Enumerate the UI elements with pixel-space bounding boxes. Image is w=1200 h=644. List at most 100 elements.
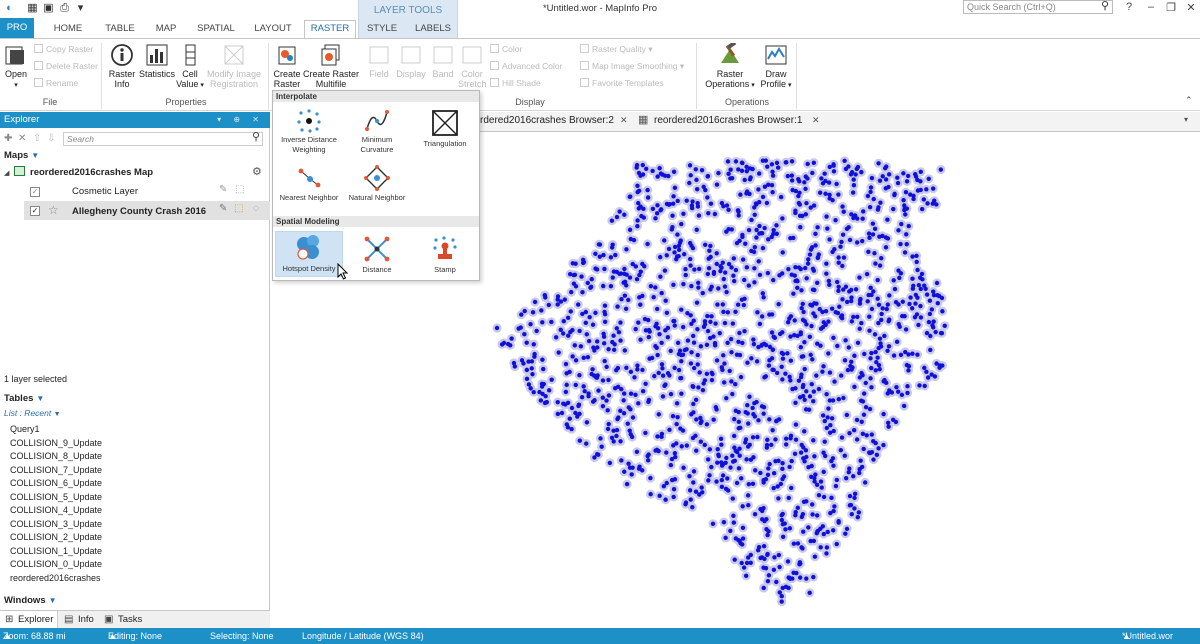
table-list-item[interactable]: COLLISION_1_Update xyxy=(10,546,102,556)
natural-neighbor-item[interactable]: Natural Neighbor xyxy=(343,165,411,207)
tab-browser-2[interactable]: rdered2016crashes Browser:2 xyxy=(480,115,614,126)
table-list-item[interactable]: reordered2016crashes xyxy=(10,573,101,583)
band-button[interactable]: Band xyxy=(430,43,456,79)
triangulation-item[interactable]: Triangulation xyxy=(411,109,479,159)
collapse-ribbon-icon[interactable]: ⌃ xyxy=(1185,95,1193,106)
minimize-button[interactable]: – xyxy=(1142,1,1160,13)
raster-operations-button[interactable]: Raster Operations ▾ xyxy=(704,43,756,91)
cell-value-button[interactable]: Cell Value ▾ xyxy=(176,43,204,91)
selectable-icon[interactable]: ⬚ xyxy=(235,184,244,195)
table-list-item[interactable]: COLLISION_4_Update xyxy=(10,505,102,515)
move-down-icon[interactable]: ⇩ xyxy=(47,133,55,144)
tab-pro[interactable]: PRO xyxy=(0,18,34,38)
close-tab-icon[interactable]: ✕ xyxy=(812,115,820,126)
create-raster-multifile-button[interactable]: Create Raster Multifile xyxy=(303,43,359,89)
tab-layout[interactable]: LAYOUT xyxy=(248,21,298,38)
maps-section-header[interactable]: Maps ▼ xyxy=(4,150,39,161)
tab-explorer[interactable]: Explorer xyxy=(18,614,53,625)
table-list-item[interactable]: COLLISION_6_Update xyxy=(10,478,102,488)
draw-profile-button[interactable]: Draw Profile ▾ xyxy=(758,43,794,91)
close-tab-icon[interactable]: ✕ xyxy=(620,115,628,126)
quick-search-input[interactable]: Quick Search (Ctrl+Q) ⚲ xyxy=(963,0,1113,14)
tab-table[interactable]: TABLE xyxy=(98,21,142,38)
layer-cosmetic[interactable]: Cosmetic Layer xyxy=(72,186,138,197)
tab-home[interactable]: HOME xyxy=(44,21,92,38)
panel-pin-icon[interactable]: ▾ ⊕ ✕ xyxy=(217,112,264,128)
crash-point xyxy=(810,357,815,362)
tab-browser-1[interactable]: reordered2016crashes Browser:1 xyxy=(654,115,802,126)
raster-info-button[interactable]: Raster Info xyxy=(106,43,138,89)
inverse-distance-weighting-item[interactable]: Inverse Distance Weighting xyxy=(275,109,343,159)
crash-point xyxy=(743,573,749,579)
star-icon[interactable]: ☆ xyxy=(48,203,59,217)
minimum-curvature-item[interactable]: Minimum Curvature xyxy=(343,109,411,159)
expand-arrow-icon[interactable]: ◢ xyxy=(4,169,9,177)
map-name[interactable]: reordered2016crashes Map xyxy=(30,167,153,178)
edit-pencil-icon[interactable]: ✎ xyxy=(219,203,227,214)
raster-quality-button[interactable]: Raster Quality ▾ xyxy=(580,44,653,55)
advanced-color-button[interactable]: Advanced Color xyxy=(490,61,562,71)
open-button[interactable]: Open ▾ xyxy=(2,43,30,91)
table-list-item[interactable]: COLLISION_2_Update xyxy=(10,532,102,542)
tab-spatial[interactable]: SPATIAL xyxy=(192,21,240,38)
workspace-status[interactable]: *Untitled.wor ▲ xyxy=(1122,628,1173,644)
modify-image-registration-button[interactable]: Modify Image Registration xyxy=(204,43,264,89)
hill-shade-button[interactable]: Hill Shade xyxy=(490,78,541,88)
rename-button[interactable]: Rename xyxy=(34,78,78,88)
crash-point xyxy=(829,306,835,311)
tab-map[interactable]: MAP xyxy=(148,21,184,38)
close-button[interactable]: ✕ xyxy=(1182,1,1200,14)
tables-section-header[interactable]: Tables ▼ xyxy=(4,393,44,404)
table-list-item[interactable]: COLLISION_3_Update xyxy=(10,519,102,529)
add-icon[interactable]: ✚ xyxy=(4,133,12,144)
table-list-item[interactable]: Query1 xyxy=(10,424,40,434)
map-image-smoothing-button[interactable]: Map Image Smoothing ▾ xyxy=(580,61,684,72)
tab-overflow-icon[interactable]: ▾ xyxy=(1184,115,1188,124)
tab-tasks[interactable]: Tasks xyxy=(118,614,142,625)
cosmetic-layer-checkbox[interactable]: ✓ xyxy=(30,187,40,197)
allegheny-layer-checkbox[interactable]: ✓ xyxy=(30,206,40,216)
zoom-status[interactable]: Zoom: 68.88 mi ▲ xyxy=(3,628,66,644)
tab-labels[interactable]: LABELS xyxy=(410,21,456,38)
restore-button[interactable]: ❐ xyxy=(1162,1,1180,14)
table-list-item[interactable]: COLLISION_7_Update xyxy=(10,465,102,475)
move-up-icon[interactable]: ⇧ xyxy=(33,133,41,144)
table-list-item[interactable]: COLLISION_8_Update xyxy=(10,451,102,461)
explorer-search-input[interactable]: Search ⚲ xyxy=(63,132,263,146)
field-button[interactable]: Field xyxy=(366,43,392,79)
crash-point xyxy=(921,197,927,202)
edit-pencil-icon[interactable]: ✎ xyxy=(219,184,227,195)
editing-status[interactable]: Editing: None ▲ xyxy=(108,628,162,644)
distance-item[interactable]: Distance xyxy=(343,235,411,277)
crash-point xyxy=(919,271,925,277)
tab-info[interactable]: Info xyxy=(78,614,94,625)
favorite-templates-button[interactable]: Favorite Templates xyxy=(580,78,664,88)
windows-section-header[interactable]: Windows ▼ xyxy=(4,595,57,606)
hotspot-density-item[interactable]: Hotspot Density xyxy=(275,231,343,277)
layer-control-icon[interactable]: ⚙ xyxy=(252,165,262,178)
crash-point xyxy=(925,201,930,206)
create-raster-button[interactable]: Create Raster xyxy=(272,43,302,89)
selectable-icon[interactable]: ⬚ xyxy=(234,203,243,214)
crash-point xyxy=(892,191,897,197)
statistics-button[interactable]: Statistics xyxy=(139,43,175,79)
help-icon[interactable]: ? xyxy=(1120,1,1138,13)
tab-raster[interactable]: RASTER xyxy=(304,20,356,38)
display-button[interactable]: Display xyxy=(395,43,427,79)
color-stretch-button[interactable]: Color Stretch xyxy=(458,43,487,89)
copy-raster-button[interactable]: Copy Raster xyxy=(34,44,93,54)
delete-raster-button[interactable]: Delete Raster xyxy=(34,61,98,71)
color-button[interactable]: Color xyxy=(490,44,522,54)
projection-status[interactable]: Longitude / Latitude (WGS 84) xyxy=(302,628,424,644)
tab-style[interactable]: STYLE xyxy=(362,21,402,38)
nearest-neighbor-item[interactable]: Nearest Neighbor xyxy=(275,165,343,207)
layer-allegheny[interactable]: Allegheny County Crash 2016 xyxy=(72,206,206,217)
crash-point xyxy=(756,187,761,192)
table-list-item[interactable]: COLLISION_0_Update xyxy=(10,559,102,569)
table-list-item[interactable]: COLLISION_9_Update xyxy=(10,438,102,448)
zoom-layer-icon[interactable]: ◌ xyxy=(253,203,259,214)
remove-icon[interactable]: ✕ xyxy=(18,133,26,144)
table-list-item[interactable]: COLLISION_5_Update xyxy=(10,492,102,502)
stamp-item[interactable]: Stamp xyxy=(411,235,479,277)
list-recent-dropdown[interactable]: List : Recent ▼ xyxy=(4,408,61,418)
